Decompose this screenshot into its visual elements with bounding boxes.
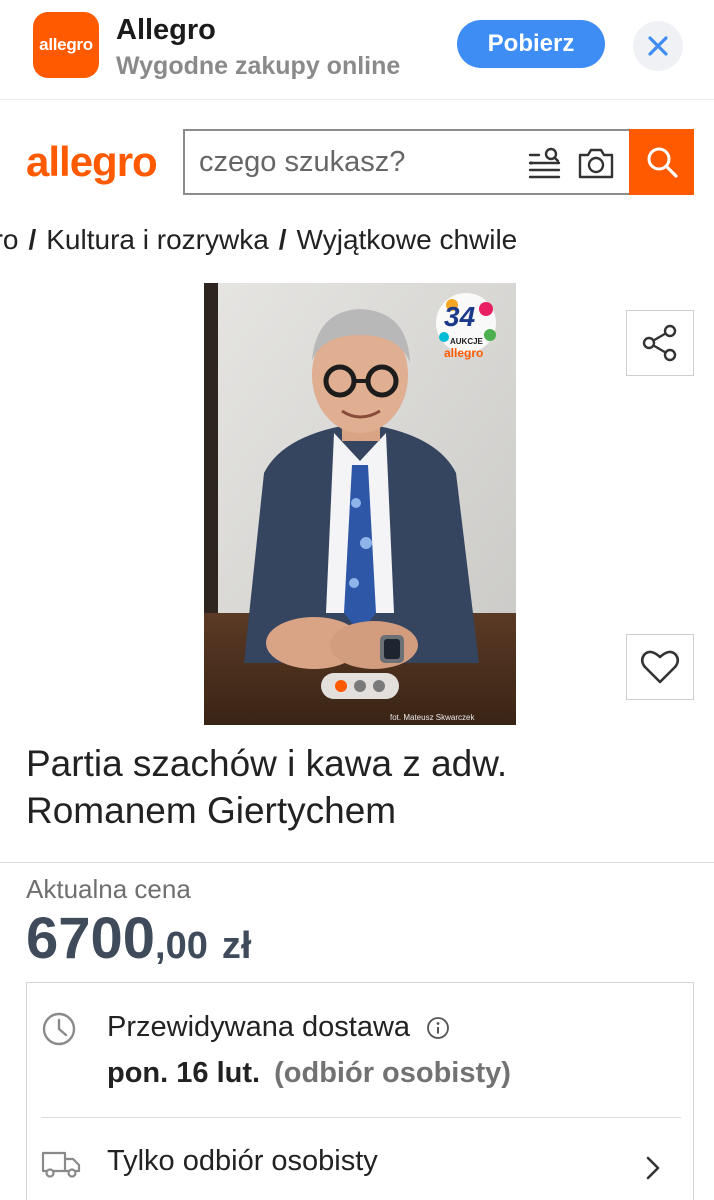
heart-icon	[640, 650, 680, 684]
close-banner-button[interactable]	[633, 21, 683, 71]
pickup-label: Tylko odbiór osobisty	[107, 1145, 378, 1177]
search-input[interactable]	[199, 131, 499, 193]
delivery-label-text: Przewidywana dostawa	[107, 1011, 411, 1043]
price-integer: 6700	[26, 906, 156, 971]
breadcrumb-item-allegro[interactable]: gro	[0, 224, 18, 255]
truck-icon	[41, 1151, 81, 1178]
filter-icon[interactable]	[527, 145, 563, 181]
app-icon[interactable]: allegro	[33, 12, 99, 78]
chevron-right-icon	[646, 1156, 660, 1180]
delivery-card: Przewidywana dostawa pon. 16 lut. (odbió…	[26, 982, 694, 1200]
breadcrumb-separator: /	[28, 224, 37, 255]
badge-number: 34	[444, 301, 476, 332]
close-icon	[648, 36, 668, 56]
breadcrumb-separator: /	[278, 224, 287, 255]
delivery-date: pon. 16 lut. (odbiór osobisty)	[107, 1057, 511, 1090]
photo-credit: fot. Mateusz Skwarczek	[390, 713, 475, 722]
price: 6700,00 zł	[26, 905, 251, 972]
app-icon-text: allegro	[39, 35, 93, 54]
divider	[0, 862, 714, 863]
delivery-label: Przewidywana dostawa	[107, 1011, 450, 1044]
price-fraction: ,00	[155, 925, 208, 967]
badge-text: AUKCJE	[450, 337, 483, 346]
search-bar	[183, 129, 631, 195]
gallery-dot[interactable]	[373, 680, 385, 692]
app-subtitle: Wygodne zakupy online	[116, 52, 401, 80]
share-icon	[642, 324, 677, 362]
gallery-dot[interactable]	[354, 680, 366, 692]
camera-icon[interactable]	[577, 145, 615, 181]
app-name: Allegro	[116, 14, 216, 46]
clock-icon	[42, 1012, 76, 1046]
card-divider	[41, 1117, 681, 1118]
download-button[interactable]: Pobierz	[457, 20, 605, 68]
breadcrumb-item-chwile[interactable]: Wyjątkowe chwile	[297, 224, 518, 255]
product-photo[interactable]: 34 AUKCJE allegro fot. Mateusz Skwarczek	[204, 283, 516, 725]
breadcrumb: gro / Kultura i rozrywka / Wyjątkowe chwile	[0, 218, 714, 264]
app-banner: allegro Allegro Wygodne zakupy online Po…	[0, 0, 714, 100]
breadcrumb-item-kultura[interactable]: Kultura i rozrywka	[46, 224, 269, 255]
search-button[interactable]	[629, 129, 694, 195]
favorite-button[interactable]	[626, 634, 694, 700]
delivery-method: (odbiór osobisty)	[274, 1057, 511, 1089]
gallery-dot-active[interactable]	[335, 680, 347, 692]
allegro-logo[interactable]: allegro	[26, 138, 158, 186]
price-currency: zł	[221, 925, 252, 967]
badge-brand: allegro	[444, 346, 484, 360]
gallery-pagination[interactable]	[321, 673, 399, 699]
share-button[interactable]	[626, 310, 694, 376]
product-title: Partia szachów i kawa z adw. Romanem Gie…	[26, 743, 508, 831]
search-icon	[647, 147, 678, 178]
price-label: Aktualna cena	[26, 874, 191, 904]
delivery-date-text: pon. 16 lut.	[107, 1057, 261, 1089]
info-icon[interactable]	[426, 1016, 450, 1040]
